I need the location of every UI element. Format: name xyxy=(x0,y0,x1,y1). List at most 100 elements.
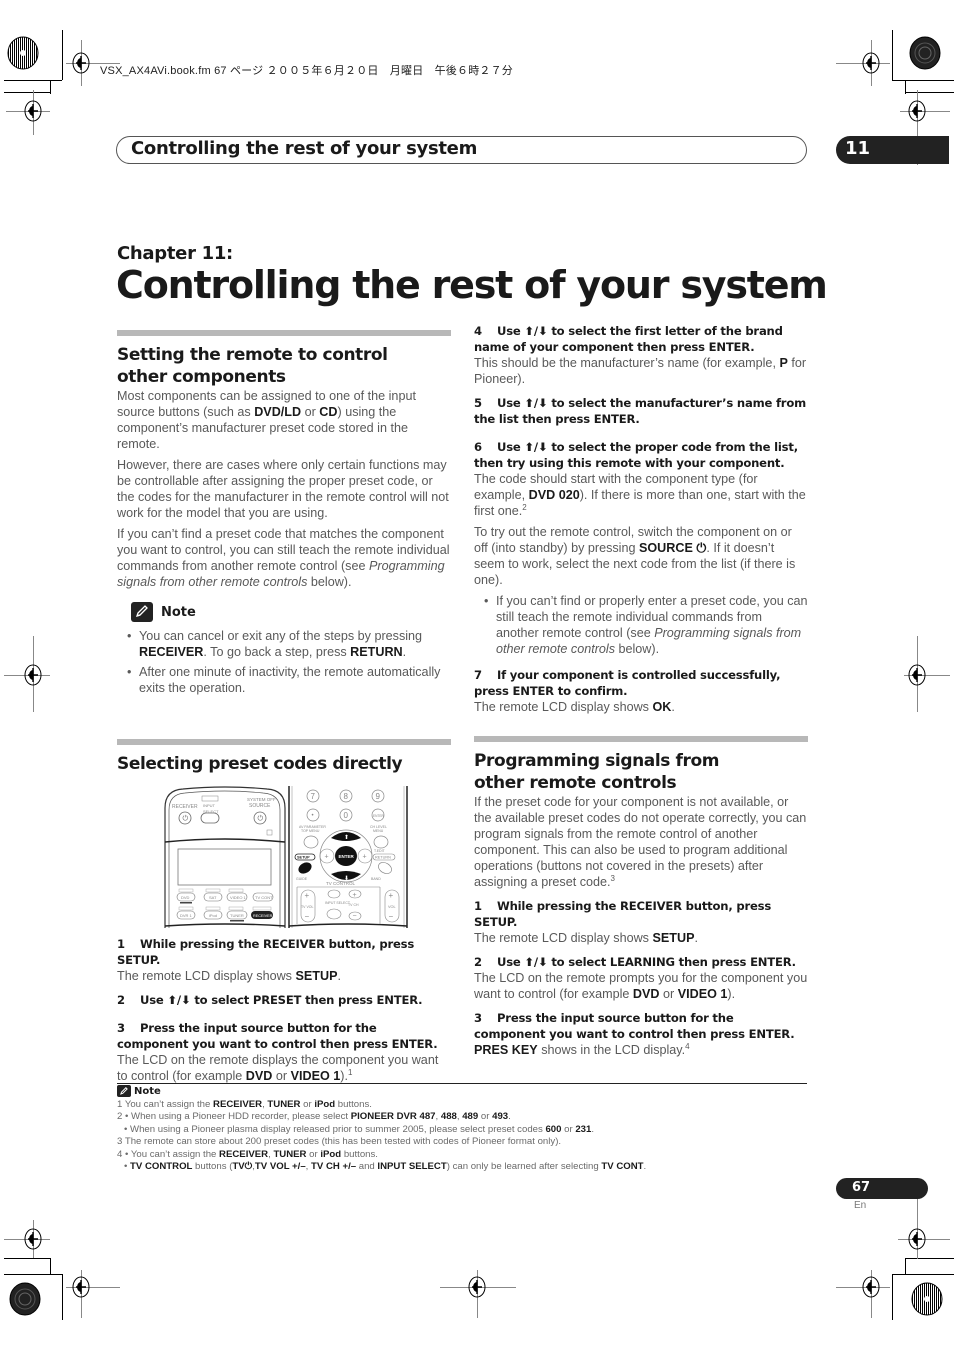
footnote-ref[interactable]: 3 xyxy=(611,874,615,883)
tip-list: If you can’t find or properly enter a pr… xyxy=(484,593,808,657)
registration-mark-icon xyxy=(862,52,880,74)
registration-mark-icon xyxy=(72,52,90,74)
step-6-body: The code should start with the component… xyxy=(474,472,806,518)
remote-bottom-panel: 7 8 9 • 0 ENTER AV PARAMETER TOP MENU CH… xyxy=(288,786,408,928)
step-3-body: The LCD on the remote displays the compo… xyxy=(117,1053,439,1083)
footnote-item: 4 • You can’t assign the RECEIVER, TUNER… xyxy=(117,1148,378,1160)
svg-text:+: + xyxy=(325,854,329,861)
registration-mark-icon xyxy=(908,100,926,122)
svg-text:VIDEO 1: VIDEO 1 xyxy=(230,895,247,900)
registration-mark-icon xyxy=(24,664,42,686)
page-number: 67 xyxy=(852,1180,871,1195)
tip-item: If you can’t find or properly enter a pr… xyxy=(484,593,808,657)
footnote-ref[interactable]: 4 xyxy=(685,1042,689,1051)
svg-text:−: − xyxy=(389,912,394,921)
section-setting-remote: Setting the remote to control other comp… xyxy=(117,330,451,700)
remote-control-figure: RECEIVER ⏻ INPUT SELECT SYSTEM OFF SOURC… xyxy=(163,786,409,928)
learn-step-1-title: 1 While pressing the RECEIVER button, pre… xyxy=(474,899,772,929)
registration-mark-icon xyxy=(72,1276,90,1298)
svg-text:ENTER: ENTER xyxy=(339,854,355,859)
step-5-title: 5 Use ⬆/⬇ to select the manufacturer’s na… xyxy=(474,396,806,426)
color-target-icon xyxy=(908,36,942,70)
footnote-item: • When using a Pioneer plasma display re… xyxy=(124,1123,595,1135)
up-down-arrow-icon: ⬆/⬇ xyxy=(524,955,548,969)
up-down-arrow-icon: ⬆/⬇ xyxy=(167,993,191,1007)
file-meta: VSX_AX4AVi.book.fm 67 ページ ２００５年６月２０日 月曜日… xyxy=(100,65,513,77)
note-header: Note xyxy=(131,602,451,622)
svg-text:9: 9 xyxy=(376,792,381,801)
svg-text:7: 7 xyxy=(311,792,316,801)
svg-text:DVD: DVD xyxy=(181,895,190,900)
svg-text:TV CONTROL: TV CONTROL xyxy=(326,881,355,886)
footnote-item: 1 You can’t assign the RECEIVER, TUNER o… xyxy=(117,1099,372,1110)
svg-text:TV CONT: TV CONT xyxy=(255,895,273,900)
preset-steps-continued: 4 Use ⬆/⬇ to select the first letter of t… xyxy=(474,323,808,720)
footnote-ref[interactable]: 2 xyxy=(522,503,526,512)
footnote-item: 2 • When using a Pioneer HDD recorder, p… xyxy=(117,1111,511,1123)
footnote-item: 3 The remote can store about 200 preset … xyxy=(117,1136,562,1148)
svg-text:TUNER: TUNER xyxy=(230,913,244,918)
svg-text:⏻: ⏻ xyxy=(258,815,264,823)
up-down-arrow-icon: ⬆/⬇ xyxy=(524,324,548,338)
color-target-icon xyxy=(6,36,40,70)
running-header: Controlling the rest of your system xyxy=(116,136,807,164)
step-1-body: The remote LCD display shows SETUP. xyxy=(117,969,341,983)
learn-step-3-body: PRES KEY shows in the LCD display.4 xyxy=(474,1041,690,1057)
svg-text:SETUP: SETUP xyxy=(297,856,310,860)
svg-text:RETURN: RETURN xyxy=(375,856,391,860)
svg-text:•: • xyxy=(312,813,314,819)
section-divider xyxy=(474,736,808,742)
paragraph: Most components can be assigned to one o… xyxy=(117,389,416,451)
section-title: Programming signals from other remote co… xyxy=(474,751,720,793)
note-item: After one minute of inactivity, the remo… xyxy=(127,664,451,696)
learn-step-3-title: 3 Press the input source button for the c… xyxy=(474,1011,795,1041)
receiver-label: RECEIVER xyxy=(172,804,198,810)
registration-mark-icon xyxy=(908,664,926,686)
svg-text:−: − xyxy=(353,913,357,920)
registration-mark-icon xyxy=(468,1276,486,1298)
note-label: Note xyxy=(161,604,196,620)
running-title: Controlling the rest of your system xyxy=(131,138,478,159)
section-divider xyxy=(117,330,451,336)
note-item: You can cancel or exit any of the steps … xyxy=(127,628,451,660)
svg-text:⏻: ⏻ xyxy=(183,815,189,823)
paragraph: However, there are cases where only cert… xyxy=(117,458,449,520)
svg-text:⬆: ⬆ xyxy=(344,834,349,841)
step-1-title: 1 While pressing the RECEIVER button, pre… xyxy=(117,937,415,967)
svg-text:DVR 1: DVR 1 xyxy=(180,913,193,918)
footnote-divider xyxy=(117,1083,807,1084)
footnote-item: • TV CONTROL buttons (TV⏻,TV VOL +/–, TV… xyxy=(124,1161,647,1173)
svg-text:MENU: MENU xyxy=(373,829,384,833)
svg-text:iPod: iPod xyxy=(209,913,217,918)
tryout-paragraph: To try out the remote control, switch th… xyxy=(474,525,796,587)
svg-text:SYSTEM OFF: SYSTEM OFF xyxy=(247,797,276,802)
svg-text:GUIDE: GUIDE xyxy=(296,877,308,881)
svg-text:+: + xyxy=(305,891,310,900)
svg-text:SOURCE: SOURCE xyxy=(249,803,271,809)
step-7-body: The remote LCD display shows OK. xyxy=(474,700,675,714)
section-selecting-preset: Selecting preset codes directly xyxy=(117,739,451,775)
page-number-tab: 67 xyxy=(836,1178,928,1199)
svg-text:T.EDIT: T.EDIT xyxy=(374,849,386,853)
chapter-label: Chapter 11: xyxy=(117,243,233,264)
step-3-title: 3 Press the input source button for the c… xyxy=(117,1021,438,1051)
page-title: Controlling the rest of your system xyxy=(116,263,828,307)
color-target-icon xyxy=(910,1282,944,1316)
section-programming-signals: Programming signals from other remote co… xyxy=(474,736,808,1063)
footnote-list: 1 You can’t assign the RECEIVER, TUNER o… xyxy=(117,1099,817,1173)
svg-text:8: 8 xyxy=(344,792,349,801)
learn-step-2-body: The LCD on the remote prompts you for th… xyxy=(474,971,808,1001)
svg-text:BAND: BAND xyxy=(371,877,381,881)
svg-text:RECEIVER: RECEIVER xyxy=(253,914,273,918)
page-language: En xyxy=(854,1200,867,1211)
svg-text:0: 0 xyxy=(344,811,349,820)
registration-mark-icon xyxy=(24,1228,42,1250)
svg-text:INPUT SELECT: INPUT SELECT xyxy=(325,901,351,905)
step-4-body: This should be the manufacturer’s name (… xyxy=(474,356,807,386)
registration-mark-icon xyxy=(908,1228,926,1250)
footnote-ref[interactable]: 1 xyxy=(348,1068,352,1077)
remote-top-panel: RECEIVER ⏻ INPUT SELECT SYSTEM OFF SOURC… xyxy=(164,786,286,928)
footnote-label: Note xyxy=(134,1085,161,1097)
section-title: Selecting preset codes directly xyxy=(117,754,403,774)
svg-text:TV CH: TV CH xyxy=(348,903,359,907)
